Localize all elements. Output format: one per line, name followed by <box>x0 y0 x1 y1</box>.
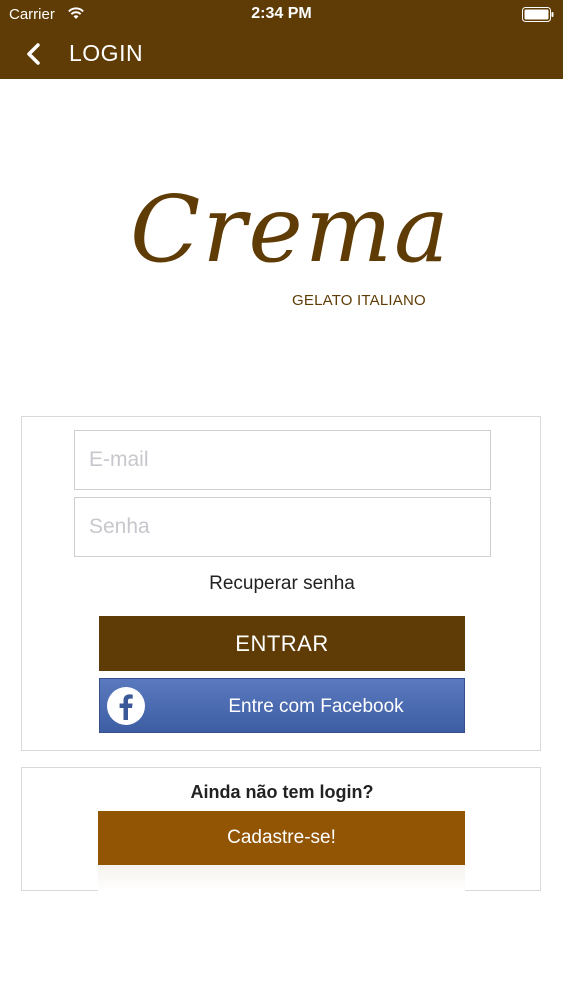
battery-icon <box>522 7 554 22</box>
register-card: Ainda não tem login? Cadastre-se! <box>21 767 541 891</box>
nav-bar: LOGIN <box>0 30 563 79</box>
logo-subtitle: GELATO ITALIANO <box>292 292 426 309</box>
logo-script: Crema <box>130 176 451 283</box>
email-input[interactable] <box>74 430 491 490</box>
status-bar: Carrier 2:34 PM <box>0 0 563 30</box>
facebook-login-button[interactable]: Entre com Facebook <box>99 678 465 733</box>
facebook-button-label: Entre com Facebook <box>228 696 404 717</box>
button-shadow <box>98 865 465 891</box>
status-time: 2:34 PM <box>251 5 312 22</box>
register-button[interactable]: Cadastre-se! <box>98 811 465 865</box>
login-button[interactable]: ENTRAR <box>99 616 465 671</box>
password-input[interactable] <box>74 497 491 557</box>
top-bar: Carrier 2:34 PM LOGIN <box>0 0 563 79</box>
page-title: LOGIN <box>69 40 144 66</box>
register-question: Ainda não tem login? <box>190 782 374 802</box>
login-card: Recuperar senha ENTRAR Entre com Faceboo… <box>21 416 541 751</box>
crema-logo: Crema GELATO ITALIANO <box>130 176 451 320</box>
back-chevron-icon[interactable] <box>24 42 44 66</box>
recover-password-link[interactable]: Recuperar senha <box>22 573 542 595</box>
